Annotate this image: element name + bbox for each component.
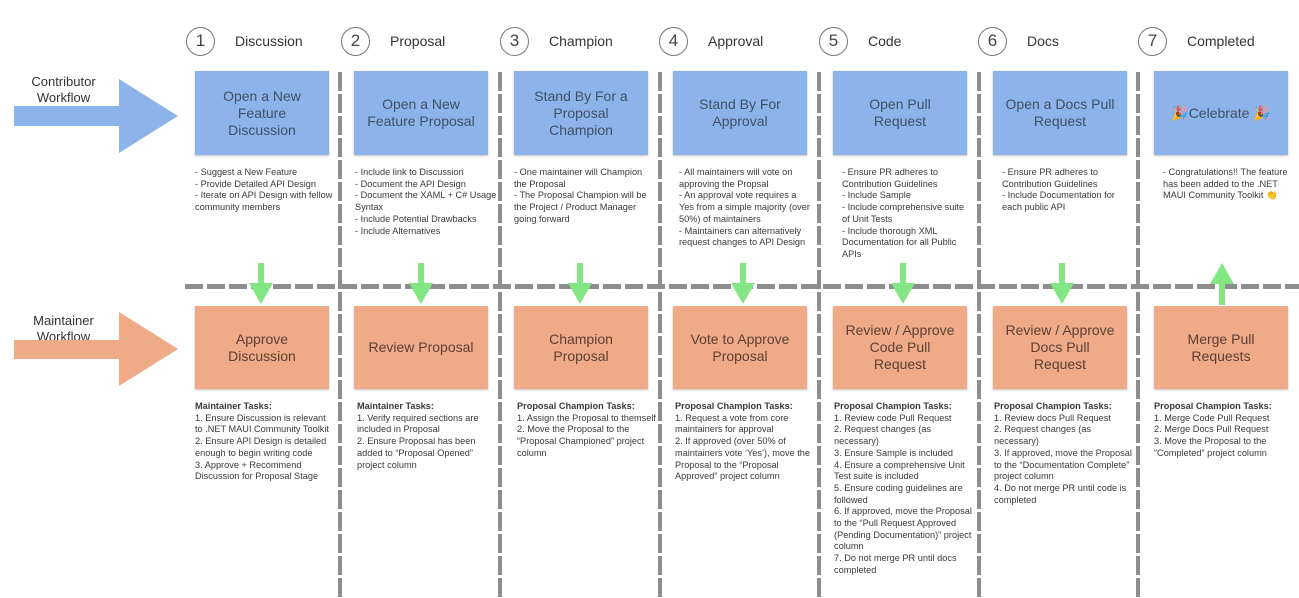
stage-header-completed: 7 Completed [1138,26,1255,56]
stage-number-badge: 2 [341,26,370,56]
step-label: Open a Docs Pull Request [1005,96,1115,129]
step-label: Open Pull Request [869,96,931,129]
down-arrow-icon [249,263,273,304]
stage-header-proposal: 2 Proposal [341,26,445,56]
contributor-notes: - One maintainer will Champion the Propo… [514,167,647,224]
contributor-step-open-pull-request: Open Pull Request [833,71,967,155]
maintainer-tasks: Proposal Champion Tasks: 1. Assign the Pr… [517,401,659,460]
stage-header-champion: 3 Champion [500,26,613,56]
stage-number-badge: 7 [1138,26,1167,56]
maintainer-step-review-code-pr: Review / Approve Code Pull Request [833,306,967,389]
tasks-list: 1. Merge Code Pull Request 2. Merge Docs… [1154,412,1270,458]
contributor-step-celebrate: 🎉Celebrate 🎉 [1154,71,1288,155]
tasks-list: 1. Verify required sections are included… [357,412,479,470]
stage-number-badge: 5 [819,26,848,56]
step-label: Open a New Feature Proposal [367,96,475,129]
stage-title: Completed [1187,33,1255,49]
maintainer-tasks: Maintainer Tasks: 1. Verify required sect… [357,401,497,471]
contributor-step-open-proposal: Open a New Feature Proposal [354,71,488,155]
contributor-notes: - Suggest a New Feature - Provide Detail… [195,167,333,213]
contributor-step-await-approval: Stand By For Approval [673,71,807,155]
maintainer-tasks: Proposal Champion Tasks: 1. Review code P… [834,401,976,577]
down-arrow-icon [1050,263,1074,304]
stage-title: Code [868,33,902,49]
stage-title: Champion [549,33,613,49]
stage-separator [1136,72,1140,598]
stage-title: Discussion [235,33,303,49]
step-label: Champion Proposal [549,330,613,364]
stage-header-code: 5 Code [819,26,901,56]
step-label: Review / Approve Docs Pull Request [1005,322,1115,372]
stage-separator [977,72,981,598]
maintainer-step-vote-approve: Vote to Approve Proposal [673,306,807,389]
step-label: Review / Approve Code Pull Request [845,322,955,372]
down-arrow-icon [568,263,592,304]
stage-separator [338,72,342,598]
stage-header-approval: 4 Approval [659,26,763,56]
down-arrow-icon [891,263,915,304]
tasks-heading: Proposal Champion Tasks: [834,401,952,411]
tasks-heading: Proposal Champion Tasks: [517,401,635,411]
stage-separator [658,72,662,598]
step-label: Approve Discussion [228,330,296,364]
maintainer-step-merge-pull-requests: Merge Pull Requests [1154,306,1288,389]
contributor-notes: - All maintainers will vote on approving… [679,167,810,248]
stage-number-badge: 1 [186,26,215,56]
stage-separator [817,72,821,598]
contributor-notes: - Congratulations!! The feature has been… [1163,167,1288,201]
maintainer-step-review-docs-pr: Review / Approve Docs Pull Request [993,306,1127,389]
stage-title: Approval [708,33,764,49]
stage-title: Docs [1027,33,1059,49]
step-label: Review Proposal [368,339,474,355]
maintainer-tasks: Proposal Champion Tasks: 1. Request a vot… [675,401,817,483]
tasks-heading: Proposal Champion Tasks: [1154,401,1272,411]
step-label: 🎉Celebrate 🎉 [1171,104,1271,121]
contributor-step-open-discussion: Open a New Feature Discussion [195,71,329,155]
contributor-notes: - Ensure PR adheres to Contribution Guid… [842,167,965,259]
tasks-heading: Proposal Champion Tasks: [675,401,793,411]
stage-header-discussion: 1 Discussion [186,26,303,56]
maintainer-tasks: Proposal Champion Tasks: 1. Review docs P… [994,401,1136,506]
tasks-heading: Proposal Champion Tasks: [994,401,1112,411]
down-arrow-icon [409,263,433,304]
tasks-list: 1. Assign the Proposal to themself 2. Mo… [517,412,656,458]
step-label: Open a New Feature Discussion [223,87,301,138]
contributor-step-await-champion: Stand By For a Proposal Champion [514,71,648,155]
maintainer-step-review-proposal: Review Proposal [354,306,488,389]
stage-separator [498,72,502,598]
stage-header-docs: 6 Docs [978,26,1059,56]
tasks-list: 1. Review docs Pull Request 2. Request c… [994,412,1132,505]
step-label: Merge Pull Requests [1187,330,1255,364]
up-arrow-icon [1210,263,1234,305]
tasks-heading: Maintainer Tasks: [195,401,272,411]
maintainer-step-approve-discussion: Approve Discussion [195,306,329,389]
contributor-notes: - Include link to Discussion - Document … [355,167,497,236]
maintainer-tasks: Maintainer Tasks: 1. Ensure Discussion is… [195,401,335,483]
tasks-list: 1. Ensure Discussion is relevant to .NET… [195,412,329,482]
step-label: Vote to Approve Proposal [690,330,790,364]
maintainer-workflow-arrow [14,312,178,386]
maintainer-step-champion-proposal: Champion Proposal [514,306,648,389]
step-label: Stand By For a Proposal Champion [534,87,628,138]
stage-number-badge: 4 [659,26,688,56]
tasks-list: 1. Review code Pull Request 2. Request c… [834,412,972,575]
maintainer-tasks: Proposal Champion Tasks: 1. Merge Code Pu… [1154,401,1296,460]
contributor-notes: - Ensure PR adheres to Contribution Guid… [1002,167,1115,213]
stage-number-badge: 3 [500,26,529,56]
step-label: Stand By For Approval [699,96,781,129]
stage-number-badge: 6 [978,26,1007,56]
tasks-heading: Maintainer Tasks: [357,401,434,411]
tasks-list: 1. Request a vote from core maintainers … [675,412,810,482]
down-arrow-icon [731,263,755,304]
stage-title: Proposal [390,33,446,49]
contributor-step-open-docs-pr: Open a Docs Pull Request [993,71,1127,155]
contributor-workflow-arrow [14,79,178,153]
